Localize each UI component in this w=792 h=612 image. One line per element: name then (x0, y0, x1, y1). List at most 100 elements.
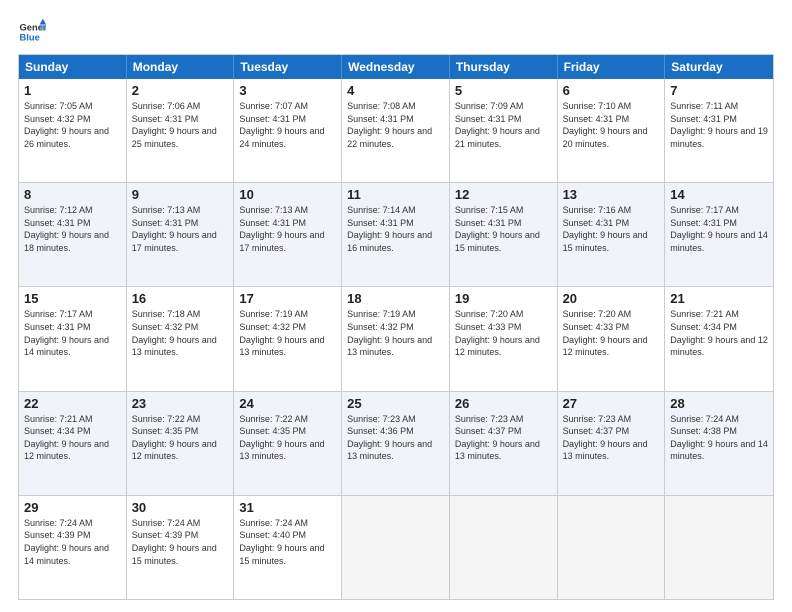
calendar-day-cell (342, 496, 450, 599)
day-info: Sunrise: 7:13 AMSunset: 4:31 PMDaylight:… (132, 205, 217, 253)
day-number: 8 (24, 187, 121, 202)
day-number: 31 (239, 500, 336, 515)
day-number: 5 (455, 83, 552, 98)
day-number: 27 (563, 396, 660, 411)
day-number: 3 (239, 83, 336, 98)
calendar-day-cell: 6 Sunrise: 7:10 AMSunset: 4:31 PMDayligh… (558, 79, 666, 182)
calendar-day-cell (665, 496, 773, 599)
calendar-day-cell: 24 Sunrise: 7:22 AMSunset: 4:35 PMDaylig… (234, 392, 342, 495)
day-number: 25 (347, 396, 444, 411)
day-number: 15 (24, 291, 121, 306)
calendar-day-cell: 22 Sunrise: 7:21 AMSunset: 4:34 PMDaylig… (19, 392, 127, 495)
day-number: 2 (132, 83, 229, 98)
calendar-header-cell: Friday (558, 55, 666, 79)
calendar-day-cell (450, 496, 558, 599)
day-number: 21 (670, 291, 768, 306)
calendar-day-cell: 4 Sunrise: 7:08 AMSunset: 4:31 PMDayligh… (342, 79, 450, 182)
calendar-day-cell: 13 Sunrise: 7:16 AMSunset: 4:31 PMDaylig… (558, 183, 666, 286)
day-info: Sunrise: 7:20 AMSunset: 4:33 PMDaylight:… (563, 309, 648, 357)
day-info: Sunrise: 7:15 AMSunset: 4:31 PMDaylight:… (455, 205, 540, 253)
day-info: Sunrise: 7:12 AMSunset: 4:31 PMDaylight:… (24, 205, 109, 253)
calendar-day-cell: 18 Sunrise: 7:19 AMSunset: 4:32 PMDaylig… (342, 287, 450, 390)
day-number: 9 (132, 187, 229, 202)
day-number: 17 (239, 291, 336, 306)
day-info: Sunrise: 7:17 AMSunset: 4:31 PMDaylight:… (670, 205, 768, 253)
calendar-day-cell: 21 Sunrise: 7:21 AMSunset: 4:34 PMDaylig… (665, 287, 773, 390)
day-number: 13 (563, 187, 660, 202)
day-number: 20 (563, 291, 660, 306)
calendar-day-cell (558, 496, 666, 599)
calendar-header-cell: Wednesday (342, 55, 450, 79)
calendar-day-cell: 20 Sunrise: 7:20 AMSunset: 4:33 PMDaylig… (558, 287, 666, 390)
calendar-week-row: 29 Sunrise: 7:24 AMSunset: 4:39 PMDaylig… (19, 496, 773, 599)
calendar-header-cell: Tuesday (234, 55, 342, 79)
day-info: Sunrise: 7:07 AMSunset: 4:31 PMDaylight:… (239, 101, 324, 149)
day-number: 1 (24, 83, 121, 98)
calendar-day-cell: 14 Sunrise: 7:17 AMSunset: 4:31 PMDaylig… (665, 183, 773, 286)
day-number: 28 (670, 396, 768, 411)
logo: General Blue (18, 18, 46, 46)
day-number: 14 (670, 187, 768, 202)
day-info: Sunrise: 7:16 AMSunset: 4:31 PMDaylight:… (563, 205, 648, 253)
day-info: Sunrise: 7:10 AMSunset: 4:31 PMDaylight:… (563, 101, 648, 149)
calendar-week-row: 8 Sunrise: 7:12 AMSunset: 4:31 PMDayligh… (19, 183, 773, 287)
calendar-day-cell: 11 Sunrise: 7:14 AMSunset: 4:31 PMDaylig… (342, 183, 450, 286)
calendar: SundayMondayTuesdayWednesdayThursdayFrid… (18, 54, 774, 600)
calendar-day-cell: 10 Sunrise: 7:13 AMSunset: 4:31 PMDaylig… (234, 183, 342, 286)
day-info: Sunrise: 7:23 AMSunset: 4:37 PMDaylight:… (563, 414, 648, 462)
calendar-week-row: 1 Sunrise: 7:05 AMSunset: 4:32 PMDayligh… (19, 79, 773, 183)
day-info: Sunrise: 7:22 AMSunset: 4:35 PMDaylight:… (239, 414, 324, 462)
calendar-day-cell: 7 Sunrise: 7:11 AMSunset: 4:31 PMDayligh… (665, 79, 773, 182)
day-info: Sunrise: 7:21 AMSunset: 4:34 PMDaylight:… (24, 414, 109, 462)
calendar-header-cell: Thursday (450, 55, 558, 79)
calendar-header-cell: Saturday (665, 55, 773, 79)
calendar-day-cell: 19 Sunrise: 7:20 AMSunset: 4:33 PMDaylig… (450, 287, 558, 390)
svg-text:Blue: Blue (20, 33, 40, 43)
day-info: Sunrise: 7:19 AMSunset: 4:32 PMDaylight:… (347, 309, 432, 357)
day-info: Sunrise: 7:11 AMSunset: 4:31 PMDaylight:… (670, 101, 768, 149)
day-info: Sunrise: 7:17 AMSunset: 4:31 PMDaylight:… (24, 309, 109, 357)
day-info: Sunrise: 7:19 AMSunset: 4:32 PMDaylight:… (239, 309, 324, 357)
day-info: Sunrise: 7:24 AMSunset: 4:39 PMDaylight:… (24, 518, 109, 566)
day-info: Sunrise: 7:24 AMSunset: 4:38 PMDaylight:… (670, 414, 768, 462)
day-info: Sunrise: 7:18 AMSunset: 4:32 PMDaylight:… (132, 309, 217, 357)
calendar-day-cell: 9 Sunrise: 7:13 AMSunset: 4:31 PMDayligh… (127, 183, 235, 286)
day-info: Sunrise: 7:06 AMSunset: 4:31 PMDaylight:… (132, 101, 217, 149)
day-info: Sunrise: 7:13 AMSunset: 4:31 PMDaylight:… (239, 205, 324, 253)
day-number: 24 (239, 396, 336, 411)
day-number: 6 (563, 83, 660, 98)
calendar-header: SundayMondayTuesdayWednesdayThursdayFrid… (19, 55, 773, 79)
day-number: 26 (455, 396, 552, 411)
calendar-day-cell: 17 Sunrise: 7:19 AMSunset: 4:32 PMDaylig… (234, 287, 342, 390)
day-number: 18 (347, 291, 444, 306)
calendar-day-cell: 31 Sunrise: 7:24 AMSunset: 4:40 PMDaylig… (234, 496, 342, 599)
calendar-day-cell: 8 Sunrise: 7:12 AMSunset: 4:31 PMDayligh… (19, 183, 127, 286)
day-info: Sunrise: 7:08 AMSunset: 4:31 PMDaylight:… (347, 101, 432, 149)
calendar-week-row: 15 Sunrise: 7:17 AMSunset: 4:31 PMDaylig… (19, 287, 773, 391)
calendar-day-cell: 23 Sunrise: 7:22 AMSunset: 4:35 PMDaylig… (127, 392, 235, 495)
day-number: 12 (455, 187, 552, 202)
calendar-day-cell: 3 Sunrise: 7:07 AMSunset: 4:31 PMDayligh… (234, 79, 342, 182)
day-info: Sunrise: 7:20 AMSunset: 4:33 PMDaylight:… (455, 309, 540, 357)
calendar-day-cell: 29 Sunrise: 7:24 AMSunset: 4:39 PMDaylig… (19, 496, 127, 599)
day-number: 19 (455, 291, 552, 306)
day-number: 11 (347, 187, 444, 202)
calendar-header-cell: Sunday (19, 55, 127, 79)
day-info: Sunrise: 7:14 AMSunset: 4:31 PMDaylight:… (347, 205, 432, 253)
day-number: 22 (24, 396, 121, 411)
calendar-day-cell: 27 Sunrise: 7:23 AMSunset: 4:37 PMDaylig… (558, 392, 666, 495)
calendar-day-cell: 5 Sunrise: 7:09 AMSunset: 4:31 PMDayligh… (450, 79, 558, 182)
calendar-day-cell: 2 Sunrise: 7:06 AMSunset: 4:31 PMDayligh… (127, 79, 235, 182)
day-number: 29 (24, 500, 121, 515)
calendar-day-cell: 28 Sunrise: 7:24 AMSunset: 4:38 PMDaylig… (665, 392, 773, 495)
day-number: 16 (132, 291, 229, 306)
calendar-week-row: 22 Sunrise: 7:21 AMSunset: 4:34 PMDaylig… (19, 392, 773, 496)
day-number: 30 (132, 500, 229, 515)
calendar-day-cell: 1 Sunrise: 7:05 AMSunset: 4:32 PMDayligh… (19, 79, 127, 182)
day-info: Sunrise: 7:24 AMSunset: 4:40 PMDaylight:… (239, 518, 324, 566)
day-info: Sunrise: 7:23 AMSunset: 4:36 PMDaylight:… (347, 414, 432, 462)
calendar-body: 1 Sunrise: 7:05 AMSunset: 4:32 PMDayligh… (19, 79, 773, 599)
day-info: Sunrise: 7:22 AMSunset: 4:35 PMDaylight:… (132, 414, 217, 462)
day-info: Sunrise: 7:21 AMSunset: 4:34 PMDaylight:… (670, 309, 768, 357)
logo-icon: General Blue (18, 18, 46, 46)
